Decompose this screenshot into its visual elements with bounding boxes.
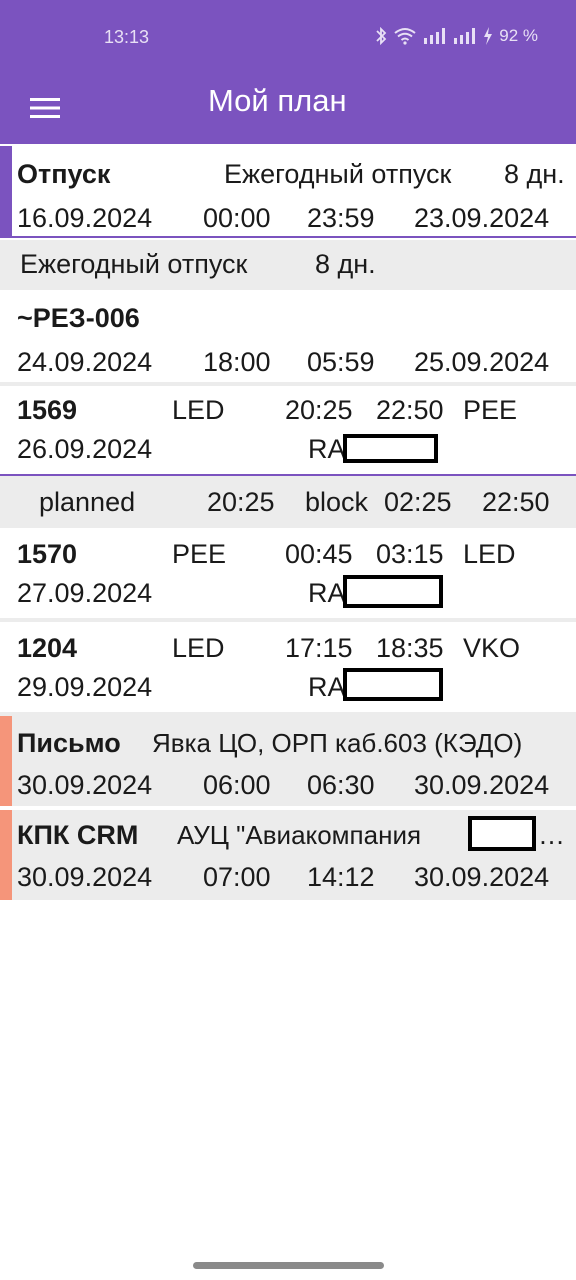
- planned-summary: planned 20:25 block 02:25 22:50: [0, 476, 576, 528]
- item-time-end: 23:59: [307, 203, 375, 233]
- redaction-box: [468, 816, 536, 851]
- flight-arrival-time: 03:15: [376, 539, 444, 569]
- flight-departure-time: 00:45: [285, 539, 353, 569]
- item-type: КПК CRM: [17, 820, 139, 850]
- item-description-ellipsis: …: [538, 820, 565, 850]
- item-date-start: 30.09.2024: [17, 862, 153, 892]
- item-type: Отпуск: [17, 159, 111, 189]
- item-days: 8 дн.: [504, 159, 565, 189]
- block-time: 02:25: [384, 487, 452, 517]
- item-type: Письмо: [17, 728, 121, 758]
- item-date-end: 25.09.2024: [414, 347, 550, 377]
- app-bar: Мой план: [0, 72, 576, 144]
- list-item-flight-1570[interactable]: 1570 PEE 00:45 03:15 LED 27.09.2024 RA: [0, 528, 576, 618]
- redaction-box: [343, 575, 443, 608]
- flight-number: 1569: [17, 395, 78, 425]
- flight-departure-time: 17:15: [285, 633, 353, 663]
- status-bar: 13:13 92 %: [0, 0, 576, 72]
- flight-date: 26.09.2024: [17, 434, 153, 464]
- item-accent-bar: [0, 146, 12, 238]
- battery-level: 92 %: [499, 26, 538, 45]
- flight-number: 1204: [17, 633, 78, 663]
- flight-destination: LED: [463, 539, 516, 569]
- aircraft-registration: RA: [308, 578, 346, 608]
- list-item-reserve[interactable]: ~РЕЗ-006 24.09.2024 18:00 05:59 25.09.20…: [0, 290, 576, 382]
- planned-label: planned: [39, 487, 136, 517]
- item-accent-bar: [0, 810, 12, 900]
- flight-date: 29.09.2024: [17, 672, 153, 702]
- list-item-flight-1204[interactable]: 1204 LED 17:15 18:35 VKO 29.09.2024 RA: [0, 622, 576, 712]
- flight-arrival-time: 18:35: [376, 633, 444, 663]
- item-date-start: 16.09.2024: [17, 203, 153, 233]
- item-time-end: 05:59: [307, 347, 375, 377]
- status-time: 13:13: [104, 27, 150, 47]
- item-time-start: 18:00: [203, 347, 271, 377]
- wifi-icon: [394, 28, 416, 45]
- aircraft-registration: RA: [308, 434, 346, 464]
- summary-description: Ежегодный отпуск: [20, 249, 248, 279]
- flight-origin: LED: [172, 395, 225, 425]
- vacation-summary: Ежегодный отпуск 8 дн.: [0, 240, 576, 290]
- item-code: ~РЕЗ-006: [17, 303, 140, 333]
- planned-arrival: 22:50: [482, 487, 550, 517]
- flight-date: 27.09.2024: [17, 578, 153, 608]
- item-description: Ежегодный отпуск: [224, 159, 452, 189]
- item-date-end: 23.09.2024: [414, 203, 550, 233]
- item-time-start: 00:00: [203, 203, 271, 233]
- flight-origin: LED: [172, 633, 225, 663]
- planned-departure: 20:25: [207, 487, 275, 517]
- summary-days: 8 дн.: [315, 249, 376, 279]
- menu-button[interactable]: [20, 86, 70, 130]
- item-date-start: 24.09.2024: [17, 347, 153, 377]
- list-item-vacation[interactable]: Отпуск Ежегодный отпуск 8 дн. 16.09.2024…: [0, 146, 576, 238]
- page-title: Мой план: [208, 83, 347, 118]
- item-accent-bar: [0, 716, 12, 806]
- list-item-letter[interactable]: Письмо Явка ЦО, ОРП каб.603 (КЭДО) 30.09…: [0, 716, 576, 806]
- block-label: block: [305, 487, 369, 517]
- charging-icon: [484, 27, 493, 45]
- flight-departure-time: 20:25: [285, 395, 353, 425]
- redaction-box: [343, 668, 443, 701]
- item-time-start: 06:00: [203, 770, 271, 800]
- flight-destination: VKO: [463, 633, 521, 663]
- flight-number: 1570: [17, 539, 78, 569]
- redaction-box: [343, 434, 438, 463]
- hamburger-menu-icon: [30, 98, 60, 118]
- aircraft-registration: RA: [308, 672, 346, 702]
- item-time-start: 07:00: [203, 862, 271, 892]
- flight-destination: PEE: [463, 395, 518, 425]
- item-date-end: 30.09.2024: [414, 862, 550, 892]
- bluetooth-icon: [376, 27, 387, 45]
- item-time-end: 06:30: [307, 770, 375, 800]
- list-item-flight-1569[interactable]: 1569 LED 20:25 22:50 PEE 26.09.2024 RA: [0, 386, 576, 474]
- signal-icon: [424, 28, 446, 44]
- flight-origin: PEE: [172, 539, 227, 569]
- home-indicator[interactable]: [193, 1262, 384, 1269]
- signal-icon-2: [454, 28, 476, 44]
- item-date-start: 30.09.2024: [17, 770, 153, 800]
- status-icons: 92 %: [375, 26, 538, 46]
- flight-arrival-time: 22:50: [376, 395, 444, 425]
- item-description: Явка ЦО, ОРП каб.603 (КЭДО): [152, 728, 523, 758]
- item-date-end: 30.09.2024: [414, 770, 550, 800]
- section-divider: [0, 236, 576, 238]
- item-time-end: 14:12: [307, 862, 375, 892]
- item-description: АУЦ "Авиакомпания: [177, 820, 422, 850]
- list-item-training[interactable]: КПК CRM АУЦ "Авиакомпания … 30.09.2024 0…: [0, 810, 576, 900]
